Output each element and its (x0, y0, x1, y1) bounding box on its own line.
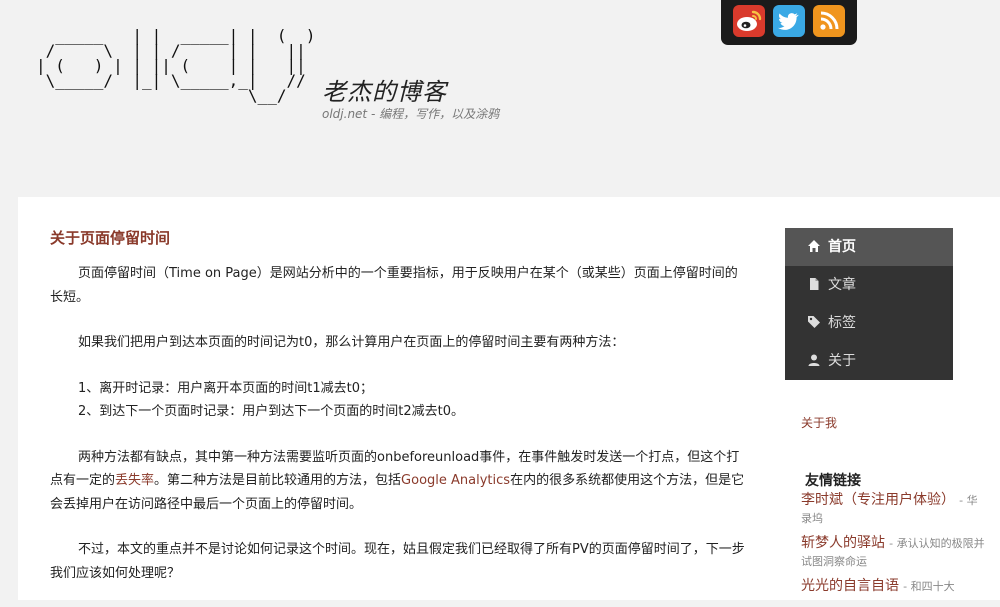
friend-links-title: 友情链接 (805, 473, 861, 489)
nav-item-about[interactable]: 关于 (785, 342, 953, 380)
document-icon (807, 277, 823, 291)
rss-icon[interactable] (813, 5, 845, 37)
main-content-area: 关于页面停留时间 页面停留时间（Time on Page）是网站分析中的一个重要… (18, 197, 1000, 600)
nav-item-label: 首页 (828, 239, 856, 255)
site-logo[interactable]: _____ | | _____| | ( ) / \ | | / | | || … (36, 28, 315, 104)
site-title[interactable]: 老杰的博客 (322, 72, 447, 107)
twitter-icon[interactable] (773, 5, 805, 37)
article-title[interactable]: 关于页面停留时间 (50, 227, 750, 248)
article-paragraph: 两种方法都有缺点，其中第一种方法需要监听页面的onbeforeunload事件，… (50, 446, 750, 517)
list-item: 1、离开时记录：用户离开本页面的时间t1减去t0； (78, 380, 374, 396)
list-item: 光光的自言自语 - 和四十大 (801, 577, 986, 596)
nav-item-articles[interactable]: 文章 (785, 266, 953, 304)
list-item: 李时斌（专注用户体验） - 华录坞 (801, 491, 986, 528)
article-paragraph: 如果我们把用户到达本页面的时间记为t0，那么计算用户在页面上的停留时间主要有两种… (78, 335, 625, 350)
home-icon (807, 239, 823, 253)
site-subtitle: oldj.net - 编程，写作，以及涂鸦 (322, 107, 500, 121)
method-list: 1、离开时记录：用户离开本页面的时间t1减去t0； 2、到达下一个页面时记录：用… (50, 377, 750, 424)
nav-item-home[interactable]: 首页 (785, 228, 953, 266)
nav-item-tags[interactable]: 标签 (785, 304, 953, 342)
friend-desc: - 和四十大 (903, 580, 955, 593)
tag-icon (807, 315, 823, 329)
nav-item-label: 文章 (828, 277, 856, 293)
social-links-bar (721, 0, 857, 45)
user-icon (807, 353, 823, 367)
article-paragraph: 不过，本文的重点并不是讨论如何记录这个时间。现在，姑且假定我们已经取得了所有PV… (50, 542, 745, 581)
nav-item-label: 关于 (828, 353, 856, 369)
friend-link[interactable]: 李时斌（专注用户体验） (801, 492, 955, 508)
article-paragraph: 页面停留时间（Time on Page）是网站分析中的一个重要指标，用于反映用户… (50, 266, 738, 305)
article: 关于页面停留时间 页面停留时间（Time on Page）是网站分析中的一个重要… (50, 227, 750, 607)
paragraph-text: 。第二种方法是目前比较通用的方法，包括 (154, 473, 402, 488)
loss-rate-link[interactable]: 丢失率 (115, 473, 154, 488)
friend-link[interactable]: 光光的自言自语 (801, 578, 899, 594)
friend-links-list: 李时斌（专注用户体验） - 华录坞 斩梦人的驿站 - 承认认知的极限并试图洞察命… (801, 491, 986, 602)
list-item: 斩梦人的驿站 - 承认认知的极限并试图洞察命运 (801, 534, 986, 571)
friend-link[interactable]: 斩梦人的驿站 (801, 535, 885, 551)
list-item: 2、到达下一个页面时记录：用户到达下一个页面的时间t2减去t0。 (78, 404, 465, 419)
sidebar-nav: 首页 文章 标签 关于 (785, 228, 953, 380)
google-analytics-link[interactable]: Google Analytics (401, 473, 510, 488)
nav-item-label: 标签 (828, 315, 856, 331)
about-me-link[interactable]: 关于我 (801, 414, 837, 431)
weibo-icon[interactable] (733, 5, 765, 37)
